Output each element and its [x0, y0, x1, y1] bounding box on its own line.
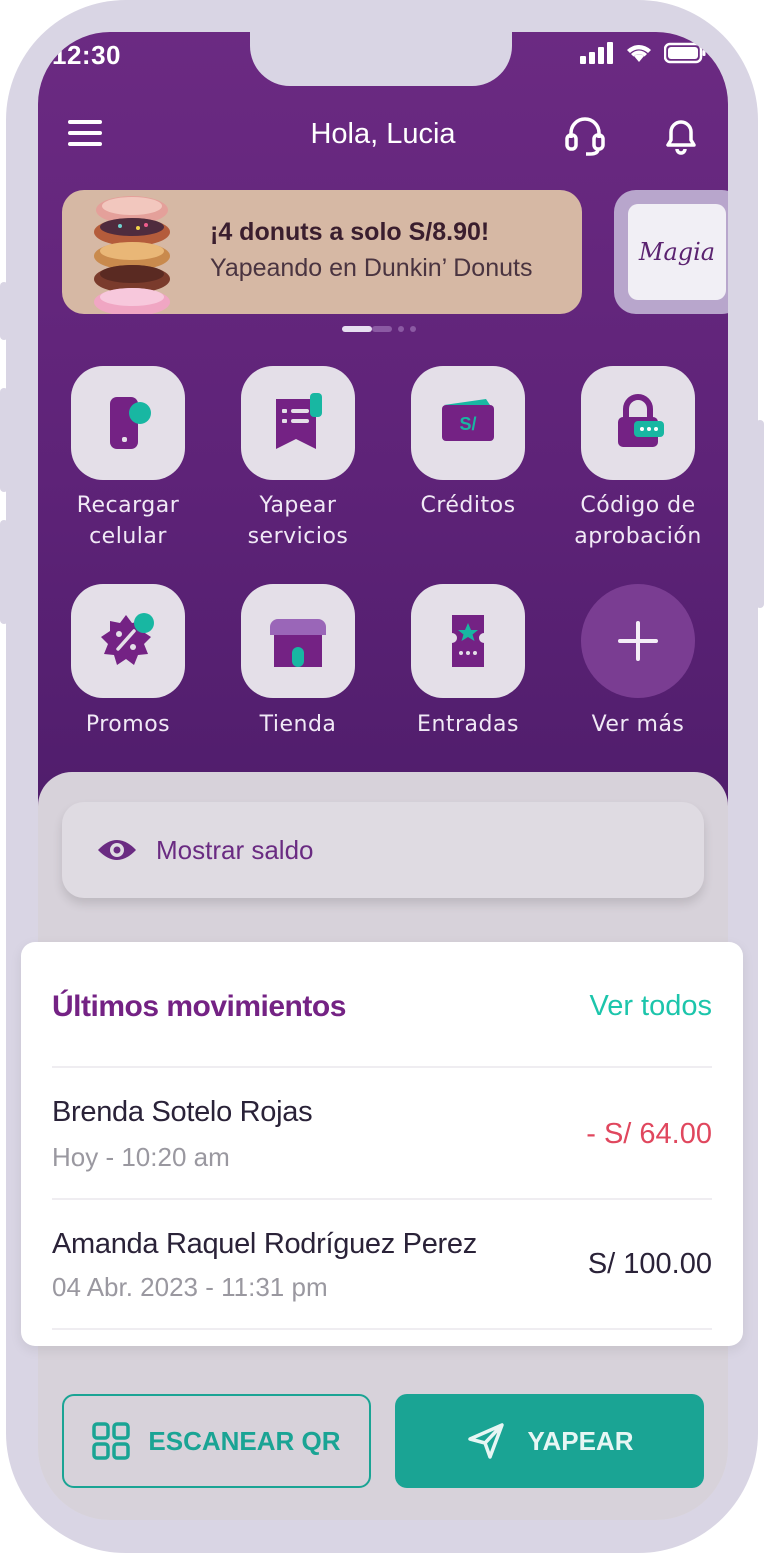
shortcut-tienda[interactable] [241, 584, 355, 698]
shortcut-label: Tienda [259, 712, 337, 737]
shortcut-creditos[interactable]: S/ [411, 366, 525, 480]
shortcut-label: Código de aprobación [574, 493, 702, 549]
side-button-right [756, 420, 764, 608]
movement-amount: - S/ 64.00 [586, 1118, 712, 1150]
phone-icon [110, 397, 151, 449]
shortcut-label: Créditos [420, 493, 516, 518]
bell-icon[interactable] [658, 112, 704, 158]
greeting-title: Hola, Lucia [310, 118, 456, 150]
shortcut-label: Entradas [417, 712, 519, 737]
banner-subtitle: Yapeando en Dunkin’ Donuts [210, 254, 533, 282]
headset-icon[interactable] [562, 112, 608, 158]
ticket-icon [452, 615, 484, 667]
receipt-icon [276, 393, 322, 449]
status-icons [580, 42, 706, 64]
divider [52, 1198, 712, 1200]
magia-logo: Magia [628, 204, 726, 300]
carousel-dot [410, 326, 416, 332]
movements-card: Últimos movimientos Ver todos Brenda Sot… [21, 942, 743, 1346]
divider [52, 1066, 712, 1068]
shortcut-label: Ver más [591, 712, 685, 737]
shortcut-ver-mas[interactable] [581, 584, 695, 698]
shortcut-label: Recargar celular [76, 493, 180, 549]
side-button-left-2 [0, 388, 8, 492]
money-icon: S/ [442, 399, 494, 441]
donuts-image [94, 196, 170, 314]
eye-icon [98, 840, 136, 860]
movements-title: Últimos movimientos [52, 990, 346, 1023]
carousel-dot [398, 326, 404, 332]
movement-date: 04 Abr. 2023 - 11:31 pm [52, 1272, 328, 1302]
shortcut-label: Promos [85, 712, 171, 737]
movement-name: Brenda Sotelo Rojas [52, 1096, 313, 1128]
signal-icon [580, 42, 613, 64]
shortcut-promos[interactable] [71, 584, 185, 698]
shortcut-codigo-aprobacion[interactable] [581, 366, 695, 480]
carousel-dots [342, 326, 416, 332]
show-balance-button[interactable]: Mostrar saldo [62, 802, 704, 898]
scan-qr-button[interactable]: ESCANEAR QR [62, 1394, 371, 1488]
shortcut-recargar-celular[interactable] [71, 366, 185, 480]
view-all-link[interactable]: Ver todos [589, 990, 712, 1023]
show-balance-label: Mostrar saldo [156, 835, 314, 865]
store-icon [270, 619, 326, 667]
movement-date: Hoy - 10:20 am [52, 1142, 230, 1172]
notch [250, 32, 512, 86]
carousel-dot-active [342, 326, 372, 332]
plus-icon [618, 621, 658, 661]
movement-name: Amanda Raquel Rodríguez Perez [52, 1228, 477, 1260]
promo-banner[interactable]: ¡4 donuts a solo S/8.90! Yapeando en Dun… [62, 190, 582, 314]
yapear-button[interactable]: YAPEAR [395, 1394, 704, 1488]
svg-text:S/: S/ [459, 414, 476, 434]
divider [52, 1328, 712, 1330]
shortcut-label: Yapear servicios [247, 493, 349, 549]
side-button-left-3 [0, 520, 8, 624]
wifi-icon [627, 45, 651, 62]
yapear-label: YAPEAR [527, 1425, 634, 1456]
qr-icon [92, 1422, 131, 1460]
status-time: 12:30 [52, 40, 121, 70]
battery-icon [664, 42, 706, 64]
discount-badge-icon [101, 613, 154, 665]
lock-icon [618, 394, 664, 447]
side-button-left-1 [0, 282, 8, 340]
scan-qr-label: ESCANEAR QR [148, 1425, 341, 1456]
next-banner[interactable]: Magia [614, 190, 728, 314]
shortcut-entradas[interactable] [411, 584, 525, 698]
send-icon [467, 1423, 504, 1459]
carousel-dot [372, 326, 392, 332]
movement-amount: S/ 100.00 [587, 1248, 712, 1280]
banner-title: ¡4 donuts a solo S/8.90! [210, 218, 490, 246]
shortcut-yapear-servicios[interactable] [241, 366, 355, 480]
